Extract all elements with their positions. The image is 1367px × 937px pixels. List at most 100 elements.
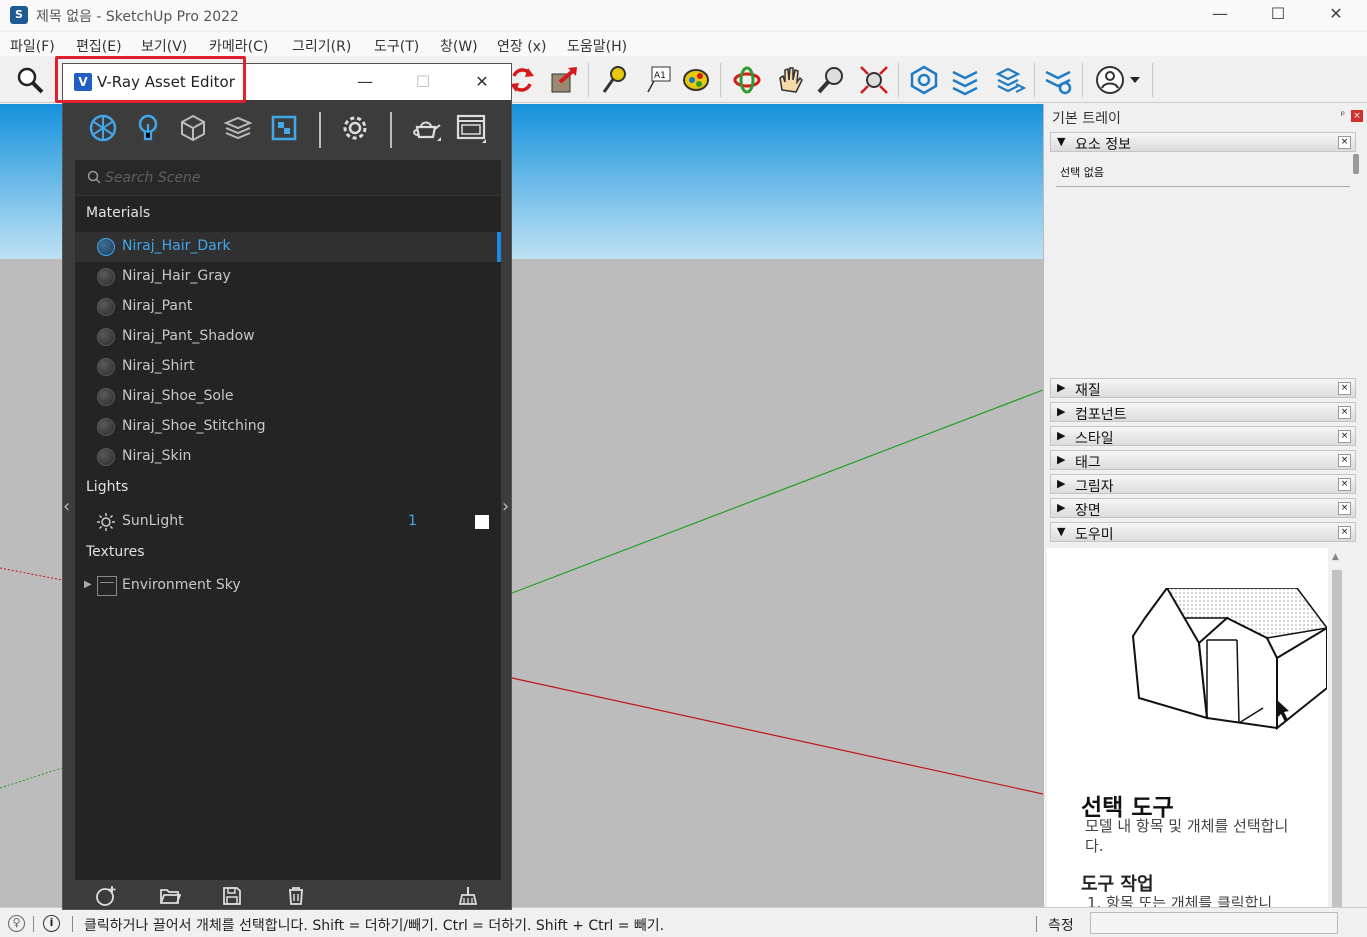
menu-view[interactable]: 보기(V) <box>141 36 187 56</box>
vray-render-icon[interactable] <box>906 62 942 98</box>
menu-window[interactable]: 창(W) <box>440 36 478 56</box>
material-name: Niraj_Pant_Shadow <box>122 328 255 344</box>
vray-maximize-button[interactable]: ☐ <box>403 68 443 96</box>
lights-tab-icon[interactable] <box>130 110 166 146</box>
light-enabled-checkbox[interactable] <box>475 515 489 529</box>
panel-close-icon[interactable]: × <box>1338 502 1351 515</box>
panel-scenes[interactable]: ▶ 장면 × <box>1050 498 1356 519</box>
instructor-scrollbar[interactable]: ▲ <box>1328 548 1346 907</box>
expand-right-arrow[interactable]: › <box>502 496 509 517</box>
vray-category-tabs <box>63 100 511 156</box>
expand-triangle-icon[interactable]: ▶ <box>84 579 92 590</box>
material-item[interactable]: Niraj_Shoe_Stitching <box>75 412 501 442</box>
vray-interactive-icon[interactable] <box>947 62 983 98</box>
tape-measure-icon[interactable] <box>596 62 632 98</box>
render-teapot-icon[interactable] <box>408 110 444 146</box>
geo-location-icon[interactable]: ♀ <box>8 915 25 932</box>
tray-close-button[interactable]: × <box>1351 110 1363 122</box>
panel-close-icon[interactable]: × <box>1338 406 1351 419</box>
panel-entity-info[interactable]: ▼ 요소 정보 × <box>1050 132 1356 153</box>
scroll-up-icon[interactable]: ▲ <box>1332 552 1339 562</box>
settings-tab-icon[interactable] <box>337 110 373 146</box>
minimize-button[interactable]: — <box>1191 0 1249 30</box>
menu-edit[interactable]: 편집(E) <box>76 36 122 56</box>
panel-materials[interactable]: ▶ 재질 × <box>1050 378 1356 399</box>
vray-close-button[interactable]: ✕ <box>462 68 502 96</box>
account-icon[interactable] <box>1090 62 1146 98</box>
vray-settings-icon[interactable] <box>1040 62 1076 98</box>
panel-close-icon[interactable]: × <box>1338 382 1351 395</box>
panel-close-icon[interactable]: × <box>1338 430 1351 443</box>
light-item[interactable]: SunLight 1 <box>75 507 501 537</box>
info-icon[interactable]: i <box>43 915 60 932</box>
maximize-button[interactable]: ☐ <box>1249 0 1307 30</box>
paint-bucket-icon[interactable] <box>678 62 714 98</box>
material-preview-icon <box>97 358 115 376</box>
textures-tab-icon[interactable] <box>266 110 302 146</box>
vray-asset-list: Materials Niraj_Hair_Dark Niraj_Hair_Gra… <box>75 160 501 880</box>
text-icon[interactable]: A1 <box>640 62 676 98</box>
geometry-tab-icon[interactable] <box>175 110 211 146</box>
panel-close-icon[interactable]: × <box>1338 526 1351 539</box>
frame-buffer-icon[interactable] <box>453 110 489 146</box>
zoom-icon[interactable] <box>813 62 849 98</box>
material-item[interactable]: Niraj_Skin <box>75 442 501 472</box>
panel-close-icon[interactable]: × <box>1338 136 1351 149</box>
zoom-extents-icon[interactable] <box>856 62 892 98</box>
material-item[interactable]: Niraj_Pant_Shadow <box>75 322 501 352</box>
menu-draw[interactable]: 그리기(R) <box>292 36 351 56</box>
material-item[interactable]: Niraj_Shirt <box>75 352 501 382</box>
delete-icon[interactable] <box>283 883 309 909</box>
tray-pin-icon[interactable]: ᵖ <box>1341 110 1345 121</box>
vray-title-bar[interactable]: V V-Ray Asset Editor — ☐ ✕ <box>63 64 511 100</box>
material-name: Niraj_Shoe_Stitching <box>122 418 266 434</box>
lights-section-header[interactable]: Lights <box>86 479 128 495</box>
textures-section-header[interactable]: Textures <box>86 544 145 560</box>
menu-bar: 파일(F) 편집(E) 보기(V) 카메라(C) 그리기(R) 도구(T) 창(… <box>0 32 1367 56</box>
material-item[interactable]: Niraj_Hair_Gray <box>75 262 501 292</box>
export-icon[interactable] <box>546 62 582 98</box>
panel-close-icon[interactable]: × <box>1338 478 1351 491</box>
tray-scrollbar[interactable] <box>1353 154 1359 174</box>
add-asset-icon[interactable] <box>93 883 119 909</box>
panel-styles[interactable]: ▶ 스타일 × <box>1050 426 1356 447</box>
panel-shadows[interactable]: ▶ 그림자 × <box>1050 474 1356 495</box>
materials-tab-icon[interactable] <box>85 110 121 146</box>
material-item-selected[interactable]: Niraj_Hair_Dark <box>75 232 501 262</box>
purge-unused-icon[interactable] <box>455 883 481 909</box>
texture-item[interactable]: ▶ Environment Sky <box>75 571 501 601</box>
material-item[interactable]: Niraj_Pant <box>75 292 501 322</box>
menu-tools[interactable]: 도구(T) <box>374 36 419 56</box>
materials-section-header[interactable]: Materials <box>86 205 150 221</box>
menu-extensions[interactable]: 연장 (x) <box>497 36 546 56</box>
render-elements-tab-icon[interactable] <box>220 110 256 146</box>
save-icon[interactable] <box>219 883 245 909</box>
collapse-left-arrow[interactable]: ‹ <box>63 496 70 517</box>
material-item[interactable]: Niraj_Shoe_Sole <box>75 382 501 412</box>
orbit-icon[interactable] <box>729 62 765 98</box>
panel-label: 재질 <box>1075 383 1101 399</box>
select-tool-illustration <box>1131 588 1327 731</box>
pan-icon[interactable] <box>772 62 808 98</box>
panel-components[interactable]: ▶ 컴포넌트 × <box>1050 402 1356 423</box>
panel-tags[interactable]: ▶ 태그 × <box>1050 450 1356 471</box>
open-folder-icon[interactable] <box>157 883 183 909</box>
search-scene-input[interactable] <box>105 166 485 190</box>
menu-help[interactable]: 도움말(H) <box>567 36 627 56</box>
close-button[interactable]: ✕ <box>1307 0 1365 30</box>
zoom-tool-icon[interactable] <box>12 62 48 98</box>
panel-label: 요소 정보 <box>1075 137 1131 153</box>
vray-minimize-button[interactable]: — <box>345 68 385 96</box>
collapse-arrow-icon: ▶ <box>1057 453 1066 466</box>
tray-title: 기본 트레이 <box>1052 111 1121 127</box>
panel-close-icon[interactable]: × <box>1338 454 1351 467</box>
panel-instructor[interactable]: ▼ 도우미 × <box>1050 522 1356 543</box>
material-preview-icon <box>97 238 115 256</box>
vray-lights-icon[interactable] <box>992 62 1028 98</box>
expand-arrow-icon: ▼ <box>1057 525 1066 538</box>
menu-camera[interactable]: 카메라(C) <box>209 36 268 56</box>
scroll-thumb[interactable] <box>1332 570 1342 907</box>
measurements-input[interactable] <box>1090 912 1338 934</box>
vray-asset-editor-window: V V-Ray Asset Editor — ☐ ✕ Search Scene … <box>62 63 512 910</box>
menu-file[interactable]: 파일(F) <box>10 36 55 56</box>
